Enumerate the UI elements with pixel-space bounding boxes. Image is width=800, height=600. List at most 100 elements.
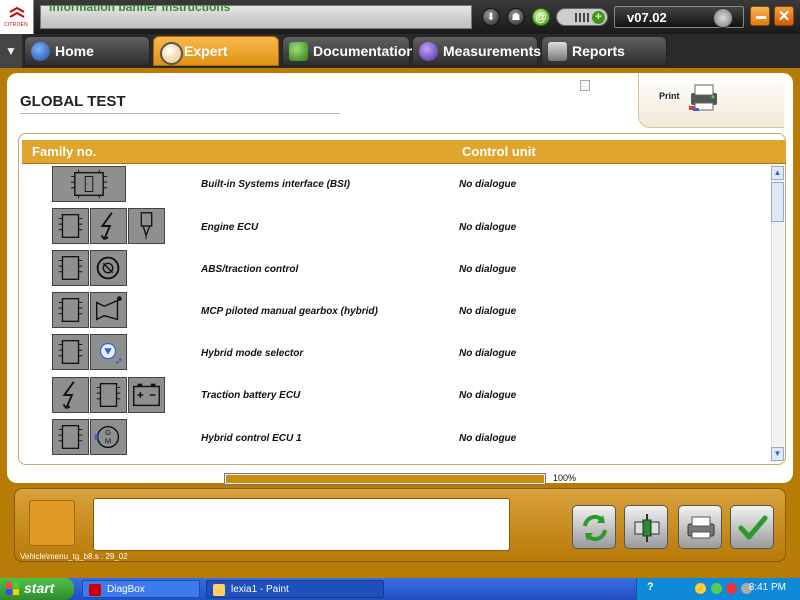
ecu-chip-icon (52, 292, 89, 328)
column-header-control: Control unit (462, 144, 536, 159)
taskbar-item-diagbox[interactable]: DiagBox (82, 580, 200, 598)
print-button[interactable]: Print (638, 73, 784, 128)
close-button[interactable]: ✕ (774, 6, 794, 26)
control-unit-status: No dialogue (459, 264, 517, 275)
ecu-chip-icon (90, 377, 127, 413)
help-icon[interactable]: ? (647, 581, 654, 593)
control-unit-status: No dialogue (459, 390, 517, 401)
status-indicator (29, 500, 75, 546)
refresh-button[interactable] (572, 505, 616, 549)
injector-icon (128, 208, 165, 244)
table-row[interactable] (52, 292, 128, 330)
control-unit-name: Traction battery ECU (201, 390, 301, 401)
generator-motor-icon: GM (90, 419, 127, 455)
ecu-test-button[interactable] (624, 505, 668, 549)
screen-id: Vehicle\menu_tg_b8.s : 29_02 (20, 552, 128, 561)
documentation-icon (289, 42, 308, 61)
system-tray: ? 8:41 PM (636, 578, 800, 600)
table-header (22, 140, 786, 164)
ecu-chip-icon (52, 334, 89, 370)
print-report-button[interactable] (678, 505, 722, 549)
connection-status[interactable]: + (556, 8, 608, 26)
svg-text:M: M (105, 437, 111, 446)
user-icon[interactable]: ☗ (507, 8, 525, 26)
control-unit-name: Hybrid control ECU 1 (201, 433, 302, 444)
column-header-family: Family no. (32, 144, 97, 159)
printer-icon (687, 516, 715, 539)
tab-documentation[interactable]: Documentation (282, 36, 415, 66)
version-display: v07.02 (614, 6, 744, 28)
home-icon (31, 42, 50, 61)
table-row[interactable] (52, 166, 127, 204)
lightning-icon (52, 377, 89, 413)
progress-fill (226, 475, 544, 483)
reports-icon (548, 42, 567, 61)
network-icon[interactable] (711, 583, 722, 594)
brand-name: CITROËN (4, 22, 28, 28)
shield-icon[interactable] (695, 583, 706, 594)
waveform-icon (419, 42, 438, 61)
minimize-button[interactable] (750, 6, 770, 26)
control-unit-status: No dialogue (459, 222, 517, 233)
page-title: GLOBAL TEST (20, 93, 126, 110)
citroen-chevrons-icon (9, 6, 25, 18)
ecu-chip-icon (52, 208, 89, 244)
magnifier-icon (160, 42, 183, 65)
info-banner: Information banner instructions (40, 5, 472, 29)
gearbox-icon (90, 292, 127, 328)
title-divider (20, 113, 340, 114)
brand-logo: CITROËN (0, 0, 34, 34)
taskbar-item-paint[interactable]: lexia1 - Paint (206, 580, 384, 598)
scroll-up-icon[interactable]: ▲ (771, 166, 784, 180)
ecu-connector-icon (634, 514, 660, 542)
tab-expert[interactable]: Expert (153, 36, 279, 66)
control-unit-table (18, 133, 786, 465)
control-unit-name: MCP piloted manual gearbox (hybrid) (201, 306, 378, 317)
ecu-chip-icon (52, 250, 89, 286)
mode-selector-icon (90, 334, 127, 370)
table-row[interactable] (52, 377, 166, 415)
battery-icon (128, 377, 165, 413)
menu-toggle-icon[interactable]: ▼ (0, 34, 22, 68)
table-row[interactable] (52, 334, 128, 372)
table-row[interactable]: GM (52, 419, 128, 457)
tab-reports[interactable]: Reports (541, 36, 667, 66)
tab-home[interactable]: Home (24, 36, 150, 66)
checkmark-icon (738, 515, 768, 540)
add-icon: + (592, 11, 605, 24)
start-button[interactable]: start (0, 578, 74, 600)
control-unit-status: No dialogue (459, 433, 517, 444)
version-label: v07.02 (627, 10, 667, 25)
tab-measurements[interactable]: Measurements (412, 36, 541, 66)
windows-logo-icon (6, 582, 19, 595)
email-icon[interactable]: @ (532, 8, 550, 26)
print-label: Print (659, 91, 680, 101)
info-banner-text: Information banner instructions (49, 5, 231, 14)
control-unit-name: ABS/traction control (201, 264, 299, 275)
refresh-icon (583, 514, 607, 542)
scroll-thumb[interactable] (771, 182, 784, 222)
control-unit-name: Built-in Systems interface (BSI) (201, 179, 350, 190)
control-unit-status: No dialogue (459, 179, 517, 190)
abs-icon (90, 250, 127, 286)
ecu-chip-icon (52, 419, 89, 455)
signal-bars-icon (575, 13, 589, 22)
download-icon[interactable]: ⬇ (482, 8, 500, 26)
scroll-down-icon[interactable]: ▼ (771, 447, 784, 461)
paint-icon (213, 584, 225, 596)
bsi-module-icon (52, 166, 126, 202)
control-unit-status: No dialogue (459, 348, 517, 359)
table-row[interactable] (52, 250, 128, 288)
clock: 8:41 PM (748, 582, 786, 593)
control-unit-name: Hybrid mode selector (201, 348, 304, 359)
lightning-icon (90, 208, 127, 244)
antivirus-icon[interactable] (726, 583, 737, 594)
settings-dial-icon[interactable] (713, 8, 733, 28)
control-unit-name: Engine ECU (201, 222, 259, 233)
message-box (93, 498, 510, 551)
option-checkbox[interactable] (580, 80, 590, 91)
validate-button[interactable] (730, 505, 774, 549)
printer-icon (689, 84, 717, 111)
table-row[interactable] (52, 208, 166, 246)
diagbox-icon (89, 584, 101, 596)
